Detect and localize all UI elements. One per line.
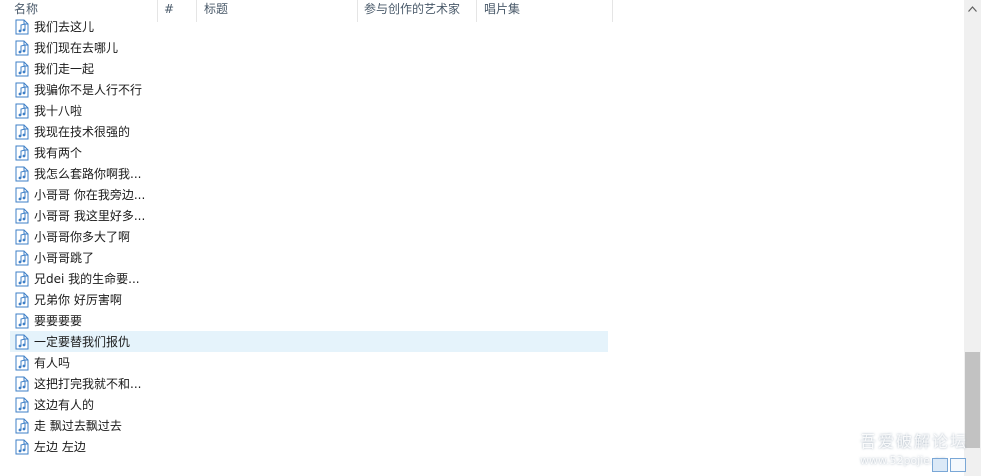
music-file-icon — [15, 334, 29, 349]
file-name: 我们走一起 — [34, 62, 95, 76]
file-name: 这边有人的 — [34, 398, 95, 412]
music-file-icon — [15, 397, 29, 412]
music-file-icon — [15, 208, 29, 223]
music-file-icon — [15, 19, 29, 34]
music-file-icon — [15, 271, 29, 286]
file-name: 一定要替我们报仇 — [34, 335, 131, 349]
file-row[interactable]: 一定要替我们报仇 — [10, 331, 608, 352]
file-name: 走 飘过去飘过去 — [34, 419, 122, 433]
file-name: 要要要要 — [34, 314, 83, 328]
music-file-icon — [15, 82, 29, 97]
watermark-title: 吾爱破解论坛 — [860, 432, 969, 451]
file-name: 我有两个 — [34, 146, 83, 160]
file-row[interactable]: 我们现在去哪儿 — [10, 37, 608, 58]
file-row[interactable]: 我们去这儿 — [10, 16, 608, 37]
column-separator[interactable] — [612, 0, 613, 22]
music-file-icon — [15, 292, 29, 307]
music-file-icon — [15, 313, 29, 328]
file-row[interactable]: 小哥哥 我这里好多... — [10, 205, 608, 226]
file-name: 我现在技术很强的 — [34, 125, 131, 139]
file-row[interactable]: 这边有人的 — [10, 394, 608, 415]
file-row[interactable]: 要要要要 — [10, 310, 608, 331]
music-file-icon — [15, 250, 29, 265]
details-view-icon[interactable] — [932, 458, 948, 472]
file-name: 兄弟你 好厉害啊 — [34, 293, 122, 307]
music-file-icon — [15, 145, 29, 160]
file-row[interactable]: 我现在技术很强的 — [10, 121, 608, 142]
file-name: 兄dei 我的生命要... — [34, 272, 140, 286]
file-name: 我们现在去哪儿 — [34, 41, 119, 55]
file-row[interactable]: 左边 左边 — [10, 436, 608, 457]
file-name: 有人吗 — [34, 356, 71, 370]
file-name: 我骗你不是人行不行 — [34, 83, 143, 97]
file-row[interactable]: 我十八啦 — [10, 100, 608, 121]
file-row[interactable]: 我们走一起 — [10, 58, 608, 79]
file-name: 小哥哥 我这里好多... — [34, 209, 146, 223]
view-switcher — [932, 458, 966, 472]
music-file-icon — [15, 355, 29, 370]
file-row[interactable]: 这把打完我就不和... — [10, 373, 608, 394]
file-row[interactable]: 我有两个 — [10, 142, 608, 163]
file-name: 我们去这儿 — [34, 20, 95, 34]
large-icons-view-icon[interactable] — [950, 458, 966, 472]
file-row[interactable]: 小哥哥你多大了啊 — [10, 226, 608, 247]
file-name: 小哥哥 你在我旁边... — [34, 188, 146, 202]
file-name: 我十八啦 — [34, 104, 83, 118]
music-file-icon — [15, 103, 29, 118]
file-row[interactable]: 小哥哥 你在我旁边... — [10, 184, 608, 205]
chevron-up-icon — [968, 5, 977, 12]
music-file-icon — [15, 376, 29, 391]
file-row[interactable]: 我骗你不是人行不行 — [10, 79, 608, 100]
file-name: 这把打完我就不和... — [34, 377, 142, 391]
file-row[interactable]: 兄弟你 好厉害啊 — [10, 289, 608, 310]
music-file-icon — [15, 40, 29, 55]
music-file-icon — [15, 166, 29, 181]
file-name: 小哥哥你多大了啊 — [34, 230, 131, 244]
file-name: 左边 左边 — [34, 440, 86, 454]
music-file-icon — [15, 229, 29, 244]
music-file-icon — [15, 418, 29, 433]
music-file-icon — [15, 187, 29, 202]
file-row[interactable]: 兄dei 我的生命要... — [10, 268, 608, 289]
file-row[interactable]: 有人吗 — [10, 352, 608, 373]
music-file-icon — [15, 439, 29, 454]
file-row[interactable]: 小哥哥跳了 — [10, 247, 608, 268]
music-file-icon — [15, 124, 29, 139]
vertical-scrollbar[interactable] — [964, 0, 981, 476]
file-name: 小哥哥跳了 — [34, 251, 95, 265]
scroll-up-button[interactable] — [964, 0, 981, 17]
file-name: 我怎么套路你啊我... — [34, 167, 142, 181]
file-row[interactable]: 走 飘过去飘过去 — [10, 415, 608, 436]
file-row[interactable]: 我怎么套路你啊我... — [10, 163, 608, 184]
music-file-icon — [15, 61, 29, 76]
